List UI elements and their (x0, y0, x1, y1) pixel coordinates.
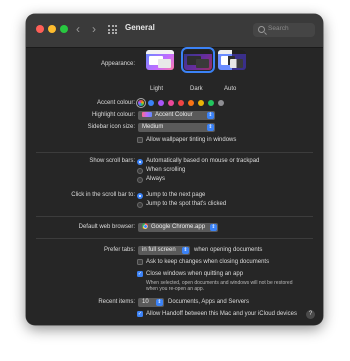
appearance-dark-option[interactable] (181, 47, 215, 73)
recent-items-suffix: Documents, Apps and Servers (168, 299, 250, 305)
default-web-browser-value: Google Chrome.app (151, 224, 206, 230)
accent-colour-swatch[interactable] (138, 100, 144, 106)
chevron-updown-icon: ⇕ (207, 124, 214, 131)
show-scroll-bars-label: Show scroll bars: (89, 158, 135, 164)
highlight-colour-value: Accent Colour (155, 112, 193, 118)
ask-keep-changes-checkbox[interactable] (137, 259, 143, 265)
prefer-tabs-suffix: when opening documents (194, 247, 263, 253)
close-window-button[interactable] (36, 25, 44, 33)
highlight-colour-label: Highlight colour: (91, 112, 135, 118)
jump-next-page-label: Jump to the next page (146, 192, 206, 198)
chevron-updown-icon: ⇕ (156, 299, 163, 306)
appearance-label: Appearance: (100, 61, 135, 67)
appearance-dark-label: Dark (190, 86, 203, 92)
appearance-auto-label: Auto (224, 86, 237, 92)
handoff-checkbox[interactable]: ✓ (137, 311, 143, 317)
close-windows-label: Close windows when quitting an app (146, 271, 244, 277)
sidebar-icon-size-popup[interactable]: Medium ⇕ (138, 123, 215, 132)
handoff-label: Allow Handoff between this Mac and your … (146, 311, 297, 317)
jump-next-page-radio[interactable] (137, 193, 143, 199)
accent-colour-swatch[interactable] (188, 100, 194, 106)
sidebar-icon-size-value: Medium (142, 124, 164, 130)
divider (36, 152, 313, 153)
prefer-tabs-label: Prefer tabs: (103, 247, 135, 253)
search-field[interactable]: Search (253, 23, 315, 37)
ask-keep-changes-label: Ask to keep changes when closing documen… (146, 259, 270, 265)
wallpaper-tinting-checkbox[interactable] (137, 137, 143, 143)
scroll-bars-automatic-label: Automatically based on mouse or trackpad (146, 158, 260, 164)
minimize-window-button[interactable] (48, 25, 56, 33)
close-windows-note-line2: when you re-open an app. (146, 286, 205, 292)
accent-colour-swatch[interactable] (158, 100, 164, 106)
prefer-tabs-value: in full screen (142, 247, 176, 253)
forward-arrow-icon[interactable]: › (92, 22, 96, 36)
divider (36, 216, 313, 217)
zoom-window-button[interactable] (60, 25, 68, 33)
highlight-swatch (142, 111, 152, 117)
jump-to-spot-label: Jump to the spot that's clicked (146, 201, 227, 207)
chevron-updown-icon: ⇕ (210, 224, 217, 231)
back-arrow-icon[interactable]: ‹ (76, 22, 80, 36)
window-title: General (125, 23, 155, 32)
prefer-tabs-popup[interactable]: in full screen ⇕ (138, 246, 190, 255)
sidebar-icon-size-label: Sidebar icon size: (87, 124, 135, 130)
accent-colour-swatch[interactable] (208, 100, 214, 106)
default-web-browser-label: Default web browser: (78, 224, 135, 230)
accent-colour-swatch[interactable] (218, 100, 224, 106)
recent-items-label: Recent items: (98, 299, 135, 305)
wallpaper-tinting-label: Allow wallpaper tinting in windows (146, 137, 237, 143)
accent-colour-label: Accent colour: (96, 100, 135, 106)
click-scroll-bar-label: Click in the scroll bar to: (71, 192, 135, 198)
scroll-bars-always-radio[interactable] (137, 177, 143, 183)
jump-to-spot-radio[interactable] (137, 202, 143, 208)
chevron-updown-icon: ⇕ (207, 112, 214, 119)
scroll-bars-when-scrolling-label: When scrolling (146, 167, 186, 173)
recent-items-value: 10 (142, 299, 149, 305)
accent-colour-swatch[interactable] (198, 100, 204, 106)
chrome-icon (142, 223, 148, 229)
divider (36, 238, 313, 239)
scroll-bars-automatic-radio[interactable] (137, 159, 143, 165)
accent-colour-swatch[interactable] (168, 100, 174, 106)
title-bar: ‹ › General Search (26, 14, 323, 48)
appearance-auto-option[interactable] (218, 50, 246, 70)
highlight-colour-popup[interactable]: Accent Colour ⇕ (138, 111, 215, 120)
search-placeholder: Search (268, 25, 289, 32)
chevron-updown-icon: ⇕ (182, 247, 189, 254)
close-windows-checkbox[interactable]: ✓ (137, 271, 143, 277)
appearance-light-label: Light (150, 86, 164, 92)
system-preferences-window: ‹ › General Search Appearance: Light Dar… (26, 14, 323, 325)
help-button[interactable]: ? (306, 310, 315, 319)
default-web-browser-popup[interactable]: Google Chrome.app ⇕ (138, 223, 218, 232)
accent-colour-swatch[interactable] (178, 100, 184, 106)
scroll-bars-always-label: Always (146, 176, 166, 182)
show-all-grid-icon[interactable] (108, 25, 117, 34)
scroll-bars-when-scrolling-radio[interactable] (137, 168, 143, 174)
appearance-light-option[interactable] (146, 50, 174, 70)
recent-items-popup[interactable]: 10 ⇕ (138, 298, 164, 307)
search-icon (258, 26, 265, 33)
accent-colour-swatch[interactable] (148, 100, 154, 106)
